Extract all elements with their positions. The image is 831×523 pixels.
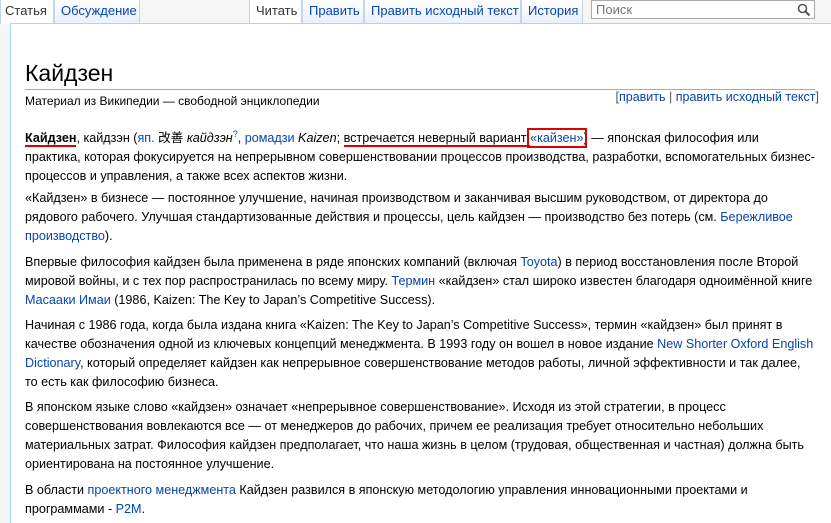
masaaki-imai-link[interactable]: Масааки Имаи: [25, 293, 111, 307]
project-management-link[interactable]: проектного менеджмента: [88, 483, 236, 497]
term-link[interactable]: Термин: [391, 274, 435, 288]
tab-read[interactable]: Читать: [249, 0, 302, 24]
tab-history[interactable]: История: [521, 0, 583, 24]
search-input[interactable]: [592, 1, 786, 18]
p2m-link[interactable]: P2M: [116, 502, 142, 516]
tab-edit[interactable]: Править: [302, 0, 364, 24]
term-bold: Кайдзен: [25, 131, 77, 148]
page-title: Кайдзен: [25, 60, 114, 86]
tab-talk[interactable]: Обсуждение: [54, 0, 140, 24]
paragraph-project-management: В области проектного менеджмента Кайдзен…: [25, 483, 748, 516]
lang-link[interactable]: яп.: [137, 131, 154, 145]
edit-section-links: [править | править исходный текст]: [615, 90, 819, 104]
paragraph-history: Впервые философия кайдзен была применена…: [25, 255, 813, 307]
search-box: [591, 0, 815, 19]
note-text: встречается неверный вариант: [343, 131, 531, 148]
tab-edit-source[interactable]: Править исходный текст: [364, 0, 521, 24]
paragraph-japanese: В японском языке слово «кайдзен» означае…: [25, 400, 804, 471]
paragraph-1986: Начиная с 1986 года, когда была издана к…: [25, 318, 814, 389]
tab-bar: Статья Обсуждение Читать Править Править…: [0, 0, 831, 24]
search-icon[interactable]: [797, 3, 811, 17]
variant-link[interactable]: «кайзен»: [527, 128, 587, 149]
paragraph-business: «Кайдзен» в бизнесе — постоянное улучшен…: [25, 191, 793, 243]
site-subtitle: Материал из Википедии — свободной энцикл…: [25, 94, 320, 108]
edit-source-link[interactable]: править исходный текст: [676, 90, 816, 104]
tab-article[interactable]: Статья: [0, 0, 54, 24]
paragraph-intro: Кайдзен, кайдзэн (яп. 改善 кайдзэн?, ромад…: [25, 128, 815, 184]
edit-link[interactable]: править: [619, 90, 666, 104]
reading: кайдзэн: [186, 131, 233, 146]
article-content: Кайдзен Материал из Википедии — свободно…: [10, 23, 831, 523]
romaji-link[interactable]: ромадзи: [245, 131, 295, 145]
toyota-link[interactable]: Toyota: [520, 255, 557, 269]
